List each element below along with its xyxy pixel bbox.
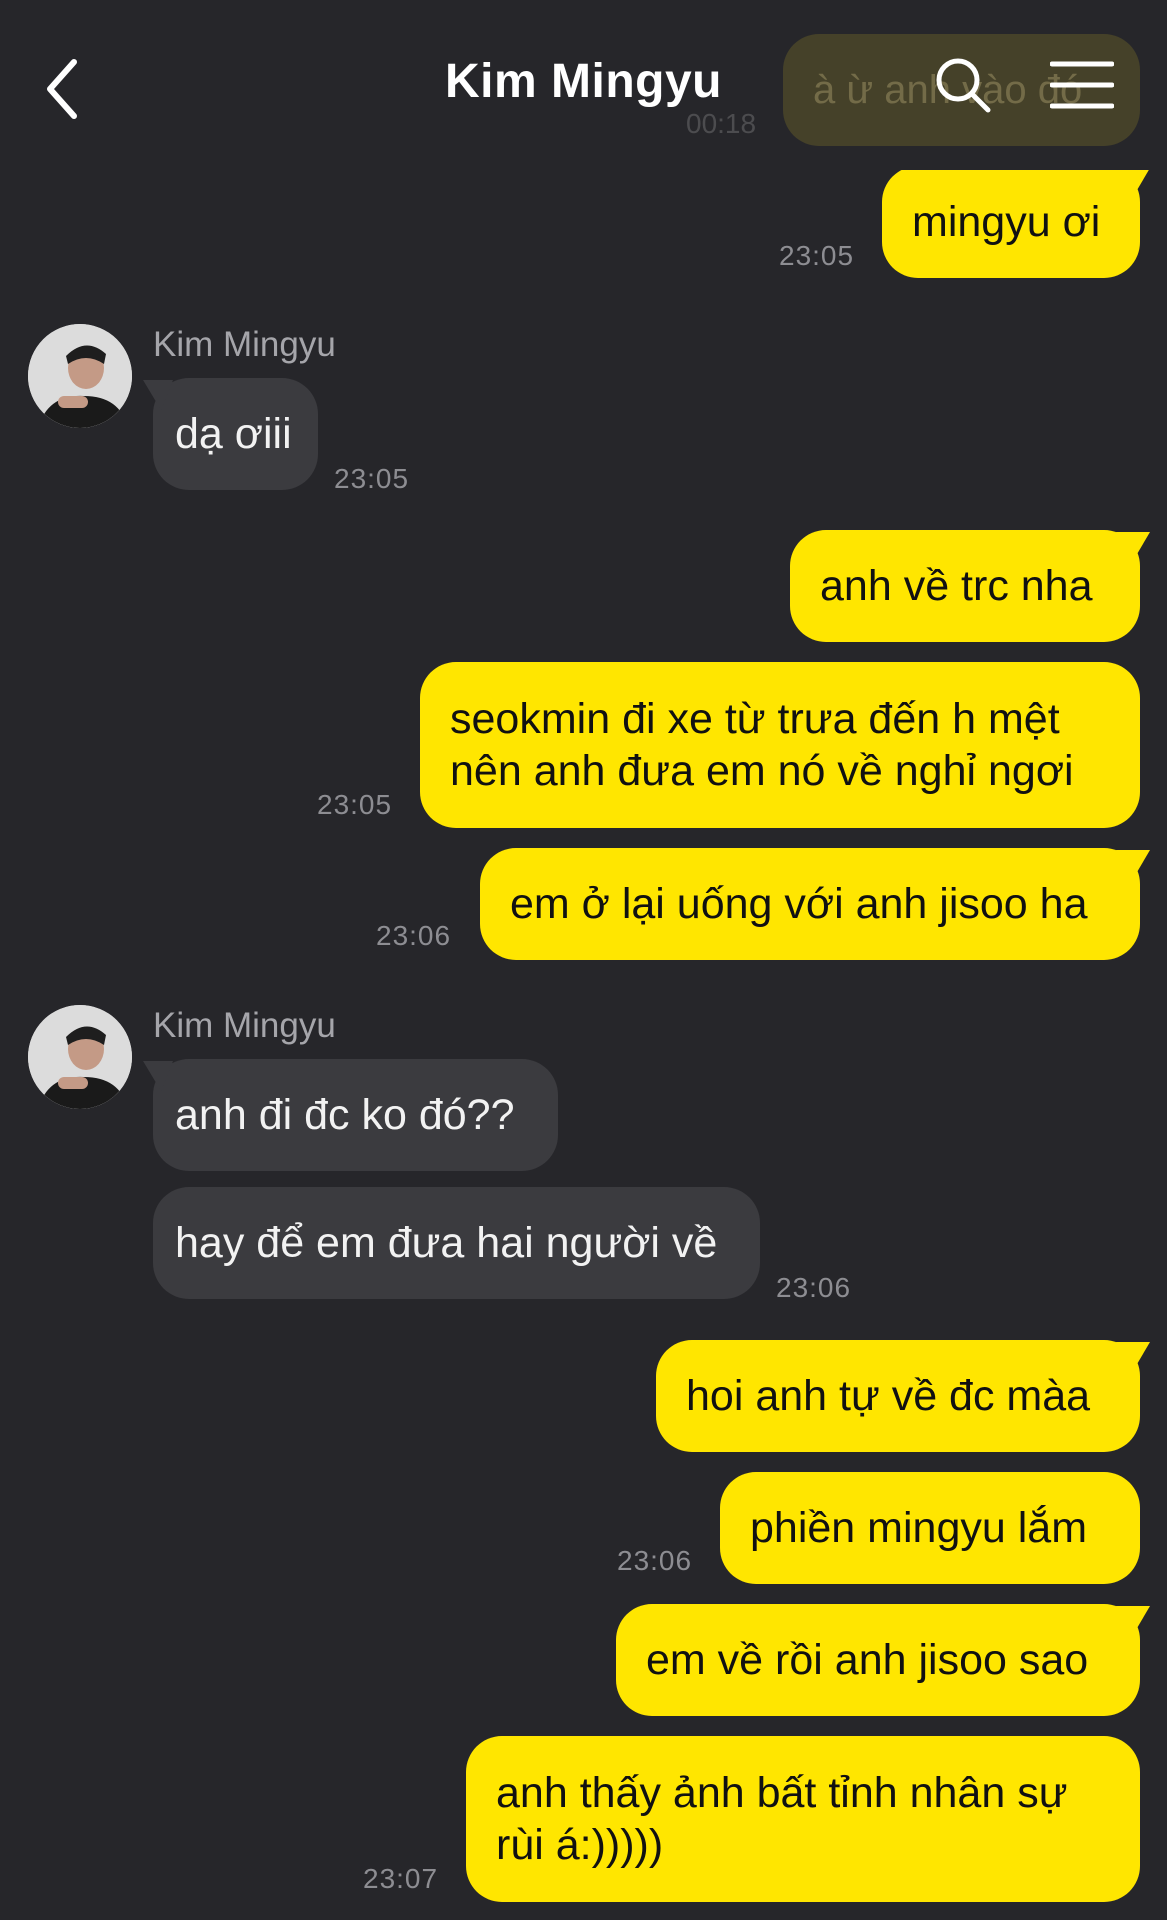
outgoing-message-bubble[interactable]: mingyu ơi [882,166,1150,278]
bubble-tail [143,380,173,410]
message-timestamp: 23:05 [317,789,393,820]
message-timestamp: 23:06 [617,1545,693,1576]
bubble-tail [1116,1606,1150,1640]
message-timestamp: 23:06 [376,920,452,951]
message-timestamp: 23:07 [363,1863,439,1894]
outgoing-message-bubble[interactable]: em ở lại uống với anh jisoo ha [480,848,1150,960]
outgoing-message-bubble[interactable]: em về rồi anh jisoo sao [616,1604,1150,1716]
message-text: hay để em đưa hai người về [175,1219,718,1267]
message-text: seokmin đi xe từ trưa đến h mệt nên anh … [450,695,1074,795]
outgoing-message-bubble[interactable]: seokmin đi xe từ trưa đến h mệt nên anh … [420,662,1140,828]
message-text: dạ ơiii [175,410,292,458]
message-text: phiền mingyu lắm [750,1504,1088,1552]
message-text: mingyu ơi [912,198,1101,246]
contact-avatar[interactable] [28,1005,132,1109]
bubble-tail [1116,532,1150,566]
message-text: anh đi đc ko đó?? [175,1091,515,1139]
outgoing-message-bubble[interactable]: phiền mingyu lắm [720,1472,1140,1584]
bubble-tail [1116,850,1150,884]
chat-header: à ừ anh vào đó 00:18 Kim Mingyu [0,0,1167,170]
scrolled-message-time: 00:18 [686,108,757,139]
bubble-tail [143,1061,173,1091]
incoming-message-bubble[interactable]: hay để em đưa hai người về [153,1187,760,1299]
sender-name: Kim Mingyu [153,325,336,364]
message-text: em ở lại uống với anh jisoo ha [510,880,1088,928]
message-timestamp: 23:05 [334,463,410,494]
outgoing-message-bubble[interactable]: anh thấy ảnh bất tỉnh nhân sự rùi á:))))… [466,1736,1140,1902]
sender-name: Kim Mingyu [153,1006,336,1045]
message-text: anh thấy ảnh bất tỉnh nhân sự rùi á:))))… [496,1769,1068,1869]
incoming-message-bubble[interactable]: anh đi đc ko đó?? [143,1059,558,1171]
message-text: anh về trc nha [820,562,1093,610]
incoming-message-bubble[interactable]: dạ ơiii [143,378,318,490]
search-icon[interactable] [934,56,992,114]
bubble-tail [1116,1342,1150,1376]
message-text: em về rồi anh jisoo sao [646,1636,1089,1684]
outgoing-message-bubble[interactable]: anh về trc nha [790,530,1150,642]
outgoing-message-bubble[interactable]: hoi anh tự về đc màa [656,1340,1150,1452]
message-timestamp: 23:05 [779,240,855,271]
message-text: hoi anh tự về đc màa [686,1372,1091,1420]
contact-avatar[interactable] [28,324,132,428]
bubble-tail [1116,168,1150,202]
menu-icon[interactable] [1050,60,1114,110]
message-timestamp: 23:06 [776,1272,852,1303]
